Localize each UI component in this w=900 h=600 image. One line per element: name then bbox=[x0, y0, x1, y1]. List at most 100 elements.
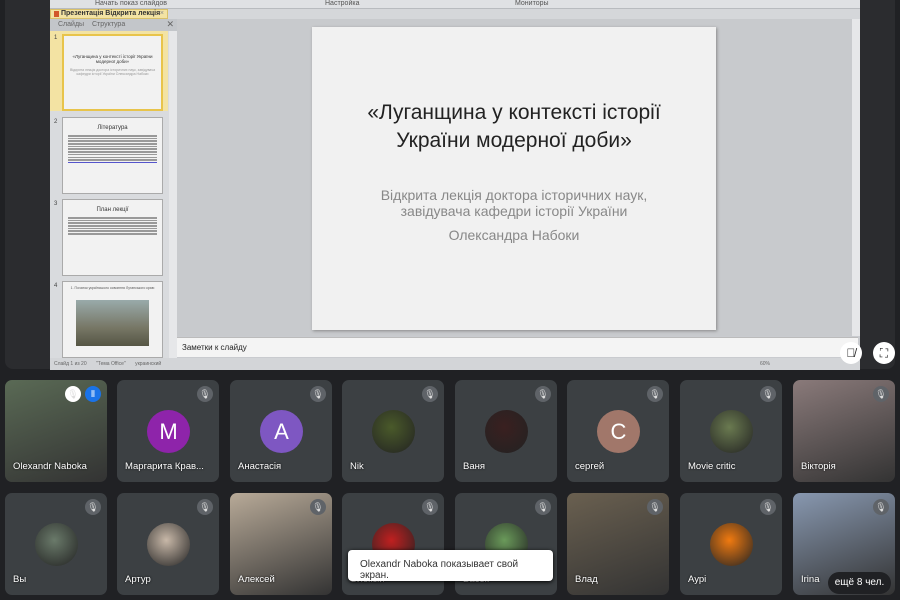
slide-number: 2 bbox=[54, 119, 58, 125]
mic-off-icon: 🎙 bbox=[873, 386, 889, 402]
participant-tile[interactable]: A 🎙 Анастасія bbox=[230, 380, 332, 482]
current-slide[interactable]: «Луганщина у контексті історії України м… bbox=[312, 27, 716, 330]
ribbon-group: Настройка bbox=[325, 0, 360, 7]
mic-off-icon: 🎙 bbox=[535, 499, 551, 515]
thumb-subtitle: Відкрита лекція доктора історичних наук,… bbox=[69, 68, 156, 76]
avatar bbox=[710, 410, 753, 453]
document-tab[interactable]: Презентація Відкрита лекція × bbox=[50, 9, 168, 19]
participant-name: Влад bbox=[575, 574, 598, 585]
avatar: C bbox=[597, 410, 640, 453]
participant-name: Movie critic bbox=[688, 461, 736, 472]
tab-outline[interactable]: Структура bbox=[92, 21, 125, 28]
zoom-level: 60% bbox=[760, 361, 771, 367]
participant-name: Артур bbox=[125, 574, 151, 585]
avatar: A bbox=[260, 410, 303, 453]
slide-thumbnails: 1 «Луганщина у контексті історії України… bbox=[50, 31, 168, 358]
notes-area[interactable]: Заметки к слайду bbox=[177, 337, 858, 357]
mic-off-icon: 🎙 bbox=[647, 499, 663, 515]
participant-name: Аурі bbox=[688, 574, 707, 585]
participant-name: Ваня bbox=[463, 461, 486, 472]
participant-name: Анастасія bbox=[238, 461, 282, 472]
mic-off-icon: 🎙 bbox=[873, 499, 889, 515]
slide-thumb-2[interactable]: Література bbox=[62, 117, 163, 194]
thumb-photo bbox=[76, 300, 149, 346]
participant-tile[interactable]: M 🎙 Маргарита Крав... bbox=[117, 380, 219, 482]
avatar bbox=[147, 523, 190, 566]
avatar bbox=[372, 410, 415, 453]
avatar: M bbox=[147, 410, 190, 453]
more-participants-button[interactable]: ещё 8 чел. bbox=[828, 572, 891, 594]
tab-slides[interactable]: Слайды bbox=[58, 21, 84, 28]
thumb-title: Література bbox=[97, 125, 128, 131]
ribbon-group: Мониторы bbox=[515, 0, 549, 7]
language: украинский bbox=[135, 361, 162, 367]
mic-off-icon: 🎙 bbox=[197, 386, 213, 402]
thumbs-scrollbar[interactable] bbox=[169, 31, 177, 358]
avatar bbox=[485, 410, 528, 453]
thumb-title: «Луганщина у контексті історії України м… bbox=[72, 54, 153, 64]
editor-scrollbar[interactable] bbox=[852, 19, 860, 336]
participant-tile[interactable]: 🎙 Nik bbox=[342, 380, 444, 482]
screen-share-tile: Начать показ слайдов Настройка Мониторы … bbox=[5, 0, 895, 370]
slide-thumb-4[interactable]: 1. Початок українського освоєння Лугансь… bbox=[62, 281, 163, 358]
powerpoint-window: Начать показ слайдов Настройка Мониторы … bbox=[50, 0, 860, 370]
participant-name: Olexandr Naboka bbox=[13, 461, 87, 472]
participant-tile[interactable]: 🎙 Movie critic bbox=[680, 380, 782, 482]
thumb-text-lines bbox=[68, 217, 157, 235]
notification-toast: Olexandr Naboka показывает свой экран. bbox=[348, 550, 553, 581]
participant-tile[interactable]: 🎙 Вы bbox=[5, 493, 107, 595]
mic-off-icon: 🎙 bbox=[85, 499, 101, 515]
thumb-title: План лекції bbox=[96, 207, 129, 213]
participant-tile[interactable]: 🎙 Аурі bbox=[680, 493, 782, 595]
participant-tile[interactable]: C 🎙 сергей bbox=[567, 380, 669, 482]
participant-name: Nik bbox=[350, 461, 364, 472]
close-icon[interactable]: × bbox=[160, 10, 164, 18]
mic-off-icon: 🎙 bbox=[422, 386, 438, 402]
slide-number: 4 bbox=[54, 283, 58, 289]
thumb-text-lines bbox=[68, 135, 157, 164]
participant-tile[interactable]: 🎙 Ваня bbox=[455, 380, 557, 482]
status-bar: Слайд 1 из 20 "Тема Office" украинский 6… bbox=[50, 358, 860, 370]
ribbon: Начать показ слайдов Настройка Мониторы bbox=[50, 0, 860, 9]
mic-off-icon: 🎙 bbox=[422, 499, 438, 515]
slide-editor: «Луганщина у контексті історії України м… bbox=[177, 19, 858, 336]
participant-tile[interactable]: 🎙 Артур bbox=[117, 493, 219, 595]
participant-tile[interactable]: ⦀ 🎙 Olexandr Naboka bbox=[5, 380, 107, 482]
mic-off-icon[interactable]: 🎙̸ bbox=[840, 342, 862, 364]
ribbon-group: Начать показ слайдов bbox=[95, 0, 167, 7]
participant-name: Irina bbox=[801, 574, 820, 585]
fullscreen-icon[interactable]: ⛶ bbox=[873, 342, 895, 364]
participant-name: Вікторія bbox=[801, 461, 836, 472]
mic-off-icon: 🎙 bbox=[760, 386, 776, 402]
speaking-icon: ⦀ bbox=[85, 386, 101, 402]
participant-tile[interactable]: 🎙 Алексей bbox=[230, 493, 332, 595]
slide-number: 1 bbox=[54, 35, 58, 41]
participant-name: сергей bbox=[575, 461, 605, 472]
participant-name: Вы bbox=[13, 574, 27, 585]
mic-off-icon: 🎙 bbox=[647, 386, 663, 402]
participant-name: Маргарита Крав... bbox=[125, 461, 204, 472]
document-tab-label: Презентація Відкрита лекція bbox=[61, 10, 161, 17]
document-tabbar: Презентація Відкрита лекція × bbox=[50, 9, 860, 19]
participant-tile[interactable]: 🎙 Вікторія bbox=[793, 380, 895, 482]
slides-pane: Слайды Структура ✕ 1 «Луганщина у контек… bbox=[50, 19, 177, 358]
mic-off-icon: 🎙 bbox=[535, 386, 551, 402]
mic-off-icon: 🎙 bbox=[310, 386, 326, 402]
slide-author: Олександра Набоки bbox=[448, 227, 580, 243]
slide-thumb-1[interactable]: «Луганщина у контексті історії України м… bbox=[62, 34, 163, 111]
participant-name: Алексей bbox=[238, 574, 275, 585]
pane-tabs: Слайды Структура ✕ bbox=[50, 19, 177, 31]
participant-tile[interactable]: 🎙 Влад bbox=[567, 493, 669, 595]
slide-number: 3 bbox=[54, 201, 58, 207]
slide-thumb-3[interactable]: План лекції bbox=[62, 199, 163, 276]
mic-off-icon: 🎙 bbox=[310, 499, 326, 515]
mic-off-icon: 🎙 bbox=[65, 386, 81, 402]
avatar bbox=[710, 523, 753, 566]
mic-off-icon: 🎙 bbox=[760, 499, 776, 515]
theme-name: "Тема Office" bbox=[96, 361, 126, 367]
mic-off-icon: 🎙 bbox=[197, 499, 213, 515]
slide-subtitle: Відкрита лекція доктора історичних наук,… bbox=[380, 187, 648, 219]
avatar bbox=[35, 523, 78, 566]
slide-count: Слайд 1 из 20 bbox=[54, 361, 87, 367]
close-pane-icon[interactable]: ✕ bbox=[166, 19, 174, 30]
